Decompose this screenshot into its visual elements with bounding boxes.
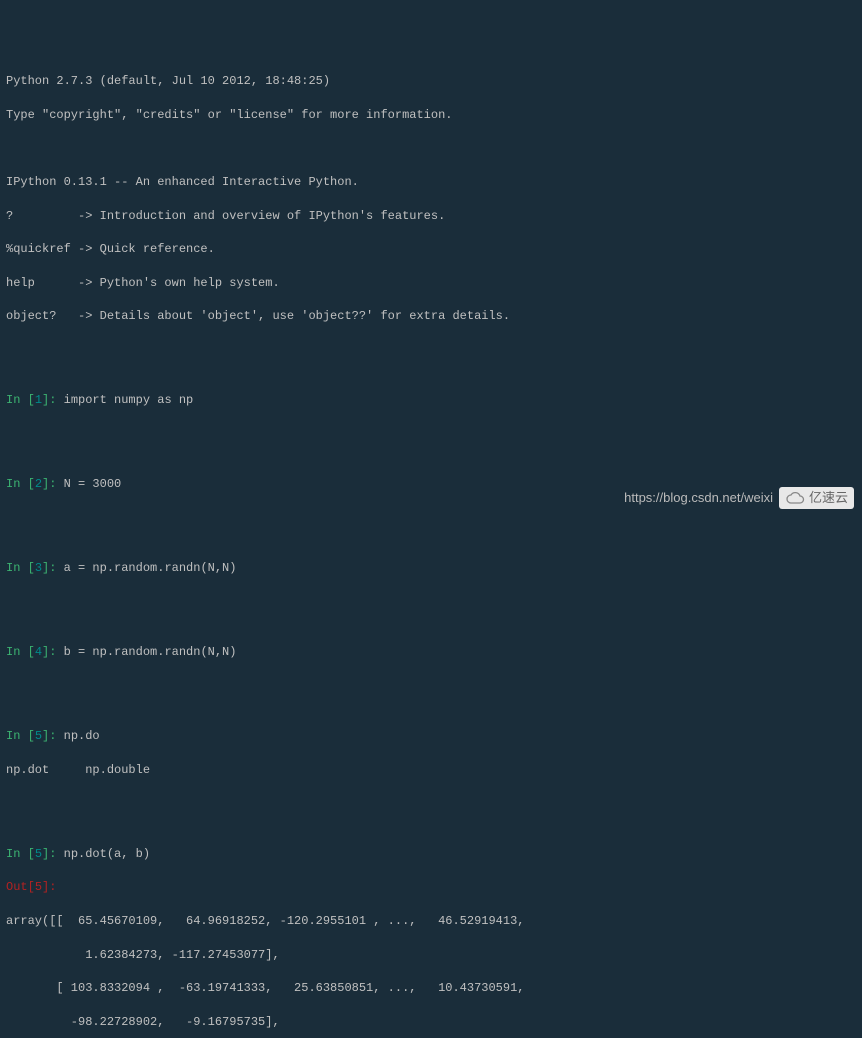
watermark-brand: 亿速云	[779, 487, 854, 509]
header-line-5: ? -> Introduction and overview of IPytho…	[6, 208, 856, 225]
blank	[6, 510, 856, 527]
out-cell-5: Out[5]:	[6, 879, 856, 896]
in-cell-4[interactable]: In [4]: b = np.random.randn(N,N)	[6, 644, 856, 661]
header-line-8: object? -> Details about 'object', use '…	[6, 308, 856, 325]
watermark: https://blog.csdn.net/weixi 亿速云	[624, 487, 854, 509]
header-line-6: %quickref -> Quick reference.	[6, 241, 856, 258]
cloud-icon	[785, 491, 805, 505]
header-line-1: Python 2.7.3 (default, Jul 10 2012, 18:4…	[6, 73, 856, 90]
out5-l2: [ 103.8332094 , -63.19741333, 25.6385085…	[6, 980, 856, 997]
in-cell-3[interactable]: In [3]: a = np.random.randn(N,N)	[6, 560, 856, 577]
out5-l1: 1.62384273, -117.27453077],	[6, 947, 856, 964]
completion-5: np.dot np.double	[6, 762, 856, 779]
blank	[6, 678, 856, 695]
in-cell-5a[interactable]: In [5]: np.do	[6, 728, 856, 745]
blank	[6, 795, 856, 812]
blank	[6, 342, 856, 359]
blank	[6, 140, 856, 157]
blank	[6, 594, 856, 611]
header-line-7: help -> Python's own help system.	[6, 275, 856, 292]
out5-l3: -98.22728902, -9.16795735],	[6, 1014, 856, 1031]
in-cell-5b[interactable]: In [5]: np.dot(a, b)	[6, 846, 856, 863]
in-cell-1[interactable]: In [1]: import numpy as np	[6, 392, 856, 409]
blank	[6, 426, 856, 443]
watermark-url: https://blog.csdn.net/weixi	[624, 489, 773, 507]
header-line-2: Type "copyright", "credits" or "license"…	[6, 107, 856, 124]
watermark-brand-label: 亿速云	[809, 489, 848, 507]
out5-l0: array([[ 65.45670109, 64.96918252, -120.…	[6, 913, 856, 930]
header-line-4: IPython 0.13.1 -- An enhanced Interactiv…	[6, 174, 856, 191]
